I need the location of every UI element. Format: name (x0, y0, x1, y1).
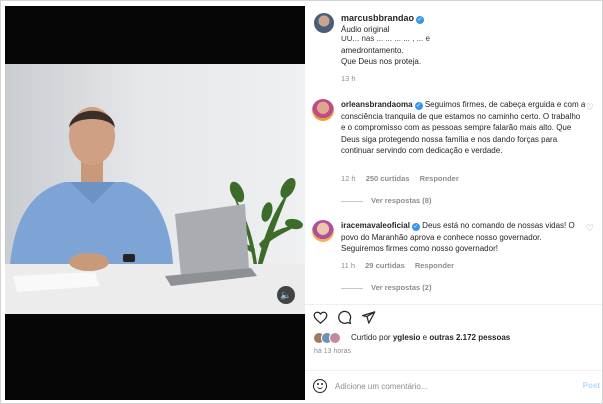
author-username[interactable]: marcusbbrandao ✓ (341, 13, 425, 24)
comment-time: 12 h (341, 174, 356, 183)
like-comment-heart-icon[interactable]: ♡ (586, 102, 594, 113)
audio-label[interactable]: Áudio original (341, 25, 389, 34)
commenter-username[interactable]: orleansbrandaoma (341, 100, 413, 109)
comment-text: UU... nas ... ... ... ... , ... e amedro… (341, 36, 430, 66)
commenter-username[interactable]: iracemavaleoficial (341, 221, 410, 230)
video-scene (5, 107, 305, 314)
view-replies-button[interactable]: Ver respostas (2) (341, 283, 431, 292)
reply-button[interactable]: Responder (415, 261, 454, 270)
comment-time: 13 h (341, 74, 356, 83)
author-username-text[interactable]: marcusbbrandao (341, 13, 414, 23)
comments-list[interactable]: UU... nas ... ... ... ... , ... e amedro… (305, 36, 602, 304)
comment-input[interactable] (335, 379, 555, 393)
heart-icon[interactable] (313, 310, 328, 325)
post-details-panel: marcusbbrandao ✓ Áudio original UU... nas… (305, 6, 602, 400)
video-player[interactable]: 🔈 (5, 6, 305, 400)
post-actions-bar (305, 304, 602, 330)
video-frame (5, 64, 305, 314)
add-comment-bar: Post (305, 370, 602, 400)
verified-icon: ✓ (416, 16, 425, 24)
comment-meta: 11 h 29 curtidas Responder (341, 261, 462, 270)
like-comment-heart-icon[interactable]: ♡ (586, 223, 594, 234)
comment-item: orleansbrandaoma ✓ Seguimos firmes, de ca… (341, 99, 586, 157)
author-avatar[interactable] (314, 13, 334, 33)
comment-likes[interactable]: 250 curtidas (366, 174, 410, 183)
comment-icon[interactable] (337, 310, 352, 325)
liker-avatars (313, 332, 349, 344)
other-likers-link[interactable]: outras 2.172 pessoas (429, 333, 510, 342)
commenter-avatar[interactable] (312, 99, 334, 121)
likes-text[interactable]: Curtido por yglesio e outras 2.172 pesso… (351, 333, 510, 342)
speaker-icon[interactable]: 🔈 (277, 286, 295, 304)
verified-icon: ✓ (411, 223, 420, 231)
verified-icon: ✓ (414, 102, 423, 110)
post-comment-button[interactable]: Post (583, 381, 600, 390)
comment-time: 11 h (341, 261, 356, 270)
post-timestamp[interactable]: há 13 horas (314, 348, 351, 355)
commenter-avatar[interactable] (312, 220, 334, 242)
view-replies-button[interactable]: Ver respostas (8) (341, 196, 431, 205)
emoji-icon[interactable] (313, 379, 327, 393)
send-icon[interactable] (361, 310, 376, 325)
liker-username[interactable]: yglesio (393, 333, 421, 342)
likes-summary[interactable]: Curtido por yglesio e outras 2.172 pesso… (305, 330, 602, 348)
liker-avatar (329, 332, 341, 344)
comment-likes[interactable]: 29 curtidas (365, 261, 405, 270)
comment-meta: 12 h 250 curtidas Responder (341, 174, 467, 183)
comment-item: iracemavaleoficial ✓ Deus está no comando… (341, 220, 586, 255)
post-header: marcusbbrandao ✓ Áudio original (305, 6, 602, 36)
reply-button[interactable]: Responder (420, 174, 459, 183)
instagram-post-window: 🔈 marcusbbrandao ✓ Áudio original UU... n… (0, 0, 603, 404)
